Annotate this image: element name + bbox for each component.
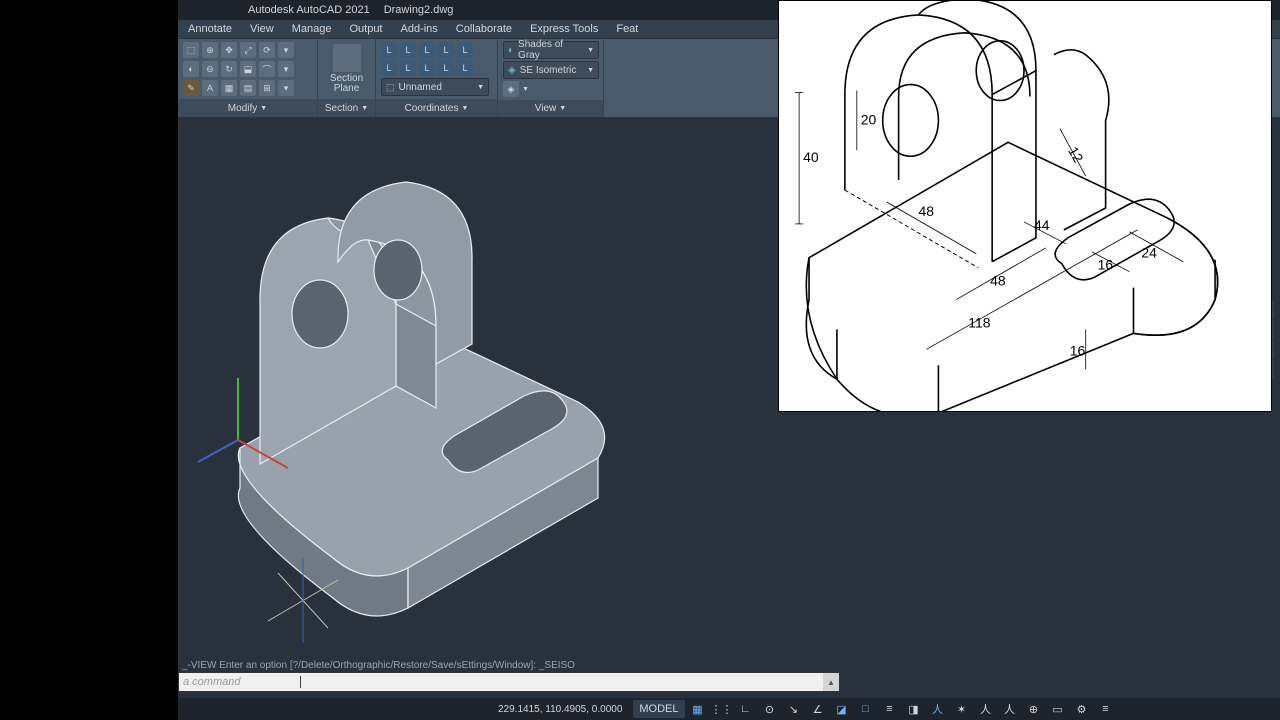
tool-dropdown-icon[interactable]: ▾ — [278, 80, 294, 96]
isodraft-icon[interactable]: ↘ — [783, 700, 805, 718]
tab-express-tools[interactable]: Express Tools — [530, 23, 598, 35]
tool-icon[interactable]: ⬓ — [240, 61, 256, 77]
dim-40: 40 — [803, 149, 819, 165]
polar-toggle-icon[interactable]: ⊙ — [759, 700, 781, 718]
command-expand-icon[interactable]: ▲ — [823, 673, 839, 691]
panel-label-section[interactable]: Section▼ — [318, 99, 375, 117]
ucs-icon[interactable]: L — [457, 60, 473, 76]
panel-label-modify[interactable]: Modify▼ — [178, 99, 317, 117]
annotation-icon[interactable]: ▭ — [1047, 700, 1069, 718]
ucs-icon[interactable]: L — [400, 42, 416, 58]
object-snap-icon[interactable]: □ — [855, 700, 877, 718]
dim-48a: 48 — [919, 203, 935, 219]
tool-icon[interactable]: ✎ — [183, 80, 199, 96]
tool-icon[interactable]: ▤ — [240, 80, 256, 96]
command-history: _-VIEW Enter an option [?/Delete/Orthogr… — [178, 658, 1098, 672]
tab-featured[interactable]: Feat — [616, 23, 638, 35]
ortho-toggle-icon[interactable]: ∟ — [735, 700, 757, 718]
dim-44: 44 — [1034, 217, 1050, 233]
autocad-window: Autodesk AutoCAD 2021 Drawing2.dwg Annot… — [178, 0, 1280, 720]
tab-output[interactable]: Output — [349, 23, 382, 35]
snap-toggle-icon[interactable]: ⋮⋮ — [711, 700, 733, 718]
dynamic-ucs-icon[interactable]: 人 — [975, 700, 997, 718]
tab-manage[interactable]: Manage — [292, 23, 332, 35]
selection-cycling-icon[interactable]: 人 — [927, 700, 949, 718]
tool-icon[interactable]: ⊞ — [259, 80, 275, 96]
view-tool-icon[interactable]: ◈ — [503, 81, 519, 97]
tool-icon[interactable]: ↻ — [221, 61, 237, 77]
tool-icon[interactable]: ⤢ — [240, 42, 256, 58]
tool-icon[interactable]: A — [202, 80, 218, 96]
tool-dropdown-icon[interactable]: ▾ — [278, 61, 294, 77]
ucs-icon[interactable]: L — [400, 60, 416, 76]
ucs-icon[interactable]: L — [419, 42, 435, 58]
status-bar: 229.1415, 110.4905, 0.0000 MODEL ▦ ⋮⋮ ∟ … — [178, 698, 1280, 720]
section-plane-button[interactable]: Section Plane — [322, 42, 371, 96]
file-name: Drawing2.dwg — [384, 4, 454, 16]
tool-icon[interactable]: ⟳ — [259, 42, 275, 58]
tool-icon[interactable]: ⊖ — [202, 61, 218, 77]
ucs-icon[interactable]: L — [381, 42, 397, 58]
section-plane-icon — [333, 44, 361, 72]
tab-addins[interactable]: Add-ins — [401, 23, 438, 35]
tool-icon[interactable]: ◐ — [183, 61, 199, 77]
dim-48b: 48 — [990, 273, 1006, 289]
dim-16a: 16 — [1098, 257, 1114, 273]
3dosnap-icon[interactable]: ◪ — [831, 700, 853, 718]
osnap-toggle-icon[interactable]: ∠ — [807, 700, 829, 718]
transparency-icon[interactable]: ◨ — [903, 700, 925, 718]
dim-118: 118 — [968, 314, 990, 330]
gizmo-icon[interactable]: ⊕ — [1023, 700, 1045, 718]
tool-icon[interactable]: ⌒ — [259, 61, 275, 77]
ucs-name-combo[interactable]: ⬚Unnamed▼ — [381, 78, 489, 96]
ucs-icon[interactable]: L — [438, 60, 454, 76]
ucs-icon[interactable]: L — [381, 60, 397, 76]
tool-dropdown-icon[interactable]: ▾ — [278, 42, 294, 58]
visual-style-combo[interactable]: ◐Shades of Gray▼ — [503, 41, 599, 59]
panel-view: ◐Shades of Gray▼ ◈SE Isometric▼ ◈ ▼ View… — [498, 39, 604, 117]
ucs-icon[interactable]: L — [438, 42, 454, 58]
tool-icon[interactable]: ▦ — [221, 80, 237, 96]
panel-label-view[interactable]: View▼ — [498, 100, 603, 117]
tool-icon[interactable]: ✥ — [221, 42, 237, 58]
grid-toggle-icon[interactable]: ▦ — [687, 700, 709, 718]
dim-20: 20 — [861, 111, 877, 127]
tool-icon[interactable]: ⊕ — [202, 42, 218, 58]
cursor-coordinates: 229.1415, 110.4905, 0.0000 — [498, 704, 622, 715]
dim-24: 24 — [1141, 245, 1157, 261]
lineweight-icon[interactable]: ≡ — [879, 700, 901, 718]
ucs-icon[interactable]: L — [457, 42, 473, 58]
customize-icon[interactable]: ≡ — [1095, 700, 1117, 718]
workspace-icon[interactable]: ⚙ — [1071, 700, 1093, 718]
app-name: Autodesk AutoCAD 2021 — [248, 4, 370, 16]
reference-drawing: 40 20 12 48 48 44 118 24 16 16 — [778, 0, 1272, 412]
view-iso-combo[interactable]: ◈SE Isometric▼ — [503, 61, 599, 79]
tab-view[interactable]: View — [250, 23, 274, 35]
panel-modify: ⬚ ◐ ✎ ⊕ ⊖ A ✥ ↻ ▦ ⤢ ⬓ ▤ — [178, 39, 318, 117]
panel-label-coordinates[interactable]: Coordinates▼ — [376, 99, 497, 117]
command-line-input[interactable]: a command ▲ — [178, 672, 840, 692]
dim-12: 12 — [1065, 144, 1087, 166]
panel-section: Section Plane Section▼ — [318, 39, 376, 117]
panel-coordinates: L L L L L L L L L L ⬚Unnamed▼ Coordinate… — [376, 39, 498, 117]
3d-snap-icon[interactable]: ✶ — [951, 700, 973, 718]
tab-collaborate[interactable]: Collaborate — [456, 23, 512, 35]
model-space-button[interactable]: MODEL — [633, 700, 684, 718]
selection-filter-icon[interactable]: 人 — [999, 700, 1021, 718]
ucs-icon[interactable]: L — [419, 60, 435, 76]
tab-annotate[interactable]: Annotate — [188, 23, 232, 35]
dim-16b: 16 — [1070, 342, 1086, 358]
tool-icon[interactable]: ⬚ — [183, 42, 199, 58]
